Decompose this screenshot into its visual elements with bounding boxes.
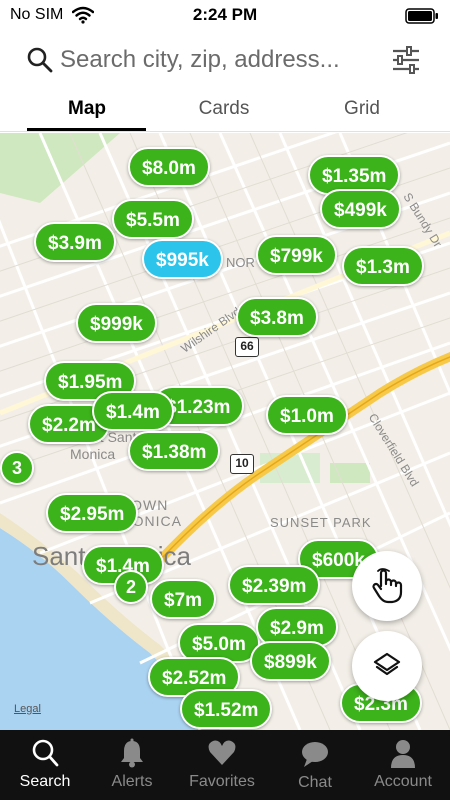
hand-pointer-icon <box>372 568 403 604</box>
price-pin[interactable]: $3.8m <box>236 297 318 337</box>
legal-link[interactable]: Legal <box>14 703 41 715</box>
price-pin[interactable]: $5.5m <box>112 199 194 239</box>
map-layers-button[interactable] <box>352 631 422 701</box>
price-pin[interactable]: $799k <box>256 235 337 275</box>
nav-label: Search <box>19 773 71 790</box>
price-pin[interactable]: $2.95m <box>46 493 139 533</box>
search-icon[interactable] <box>26 46 54 74</box>
nav-label: Favorites <box>189 773 255 790</box>
nav-favorites[interactable]: Favorites <box>177 730 267 800</box>
nav-alerts[interactable]: Alerts <box>87 730 177 800</box>
active-tab-indicator <box>27 128 146 131</box>
search-icon <box>32 739 59 767</box>
nav-label: Account <box>374 773 432 790</box>
nav-search[interactable]: Search <box>0 730 90 800</box>
price-pin[interactable]: $499k <box>320 189 401 229</box>
chat-icon <box>302 742 328 767</box>
status-time: 2:24 PM <box>192 5 258 24</box>
tab-cards[interactable]: Cards <box>164 98 284 120</box>
nav-label: Chat <box>298 774 332 791</box>
search-bar <box>0 32 450 88</box>
person-icon <box>391 740 415 768</box>
listing-cluster[interactable]: 2 <box>114 570 148 604</box>
price-pin[interactable]: $1.0m <box>266 395 348 435</box>
price-pin[interactable]: $899k <box>250 641 331 681</box>
tab-grid[interactable]: Grid <box>302 98 422 120</box>
highway-66-shield: 66 <box>235 337 259 357</box>
bottom-nav: Search Alerts Favorites Chat Account <box>0 730 450 800</box>
battery-icon <box>405 8 438 24</box>
filter-sliders-icon[interactable] <box>390 44 422 76</box>
price-pin[interactable]: $1.52m <box>180 689 273 729</box>
view-tabs: Map Cards Grid <box>0 92 450 132</box>
listing-cluster[interactable]: 3 <box>0 451 34 485</box>
price-pin[interactable]: $995k <box>142 239 223 279</box>
price-pin[interactable]: $1.38m <box>128 431 221 471</box>
price-pin[interactable]: $7m <box>150 579 217 619</box>
map-label-northeast: NOR <box>226 255 255 270</box>
bell-icon <box>121 738 143 768</box>
status-bar: No SIM 2:24 PM <box>0 0 450 30</box>
price-pin[interactable]: $2.39m <box>228 565 321 605</box>
nav-label: Alerts <box>111 773 153 790</box>
layers-icon <box>373 652 401 676</box>
price-pin[interactable]: $1.4m <box>92 391 174 431</box>
search-input[interactable] <box>60 42 380 78</box>
price-pin[interactable]: $999k <box>76 303 157 343</box>
highway-10-shield: 10 <box>230 454 254 474</box>
map-label-sunset-park: SUNSET PARK <box>270 515 372 530</box>
price-pin[interactable]: $3.9m <box>34 222 116 262</box>
price-pin[interactable]: $1.3m <box>342 246 424 286</box>
nav-chat[interactable]: Chat <box>270 730 360 800</box>
tab-map[interactable]: Map <box>27 98 147 120</box>
heart-icon <box>208 740 236 765</box>
nav-account[interactable]: Account <box>358 730 448 800</box>
map-label-port-2: Monica <box>70 446 116 462</box>
map-view[interactable]: Santa Monica Port Santa Monica DOWN MONI… <box>0 133 450 730</box>
draw-area-button[interactable] <box>352 551 422 621</box>
price-pin[interactable]: $8.0m <box>128 147 210 187</box>
